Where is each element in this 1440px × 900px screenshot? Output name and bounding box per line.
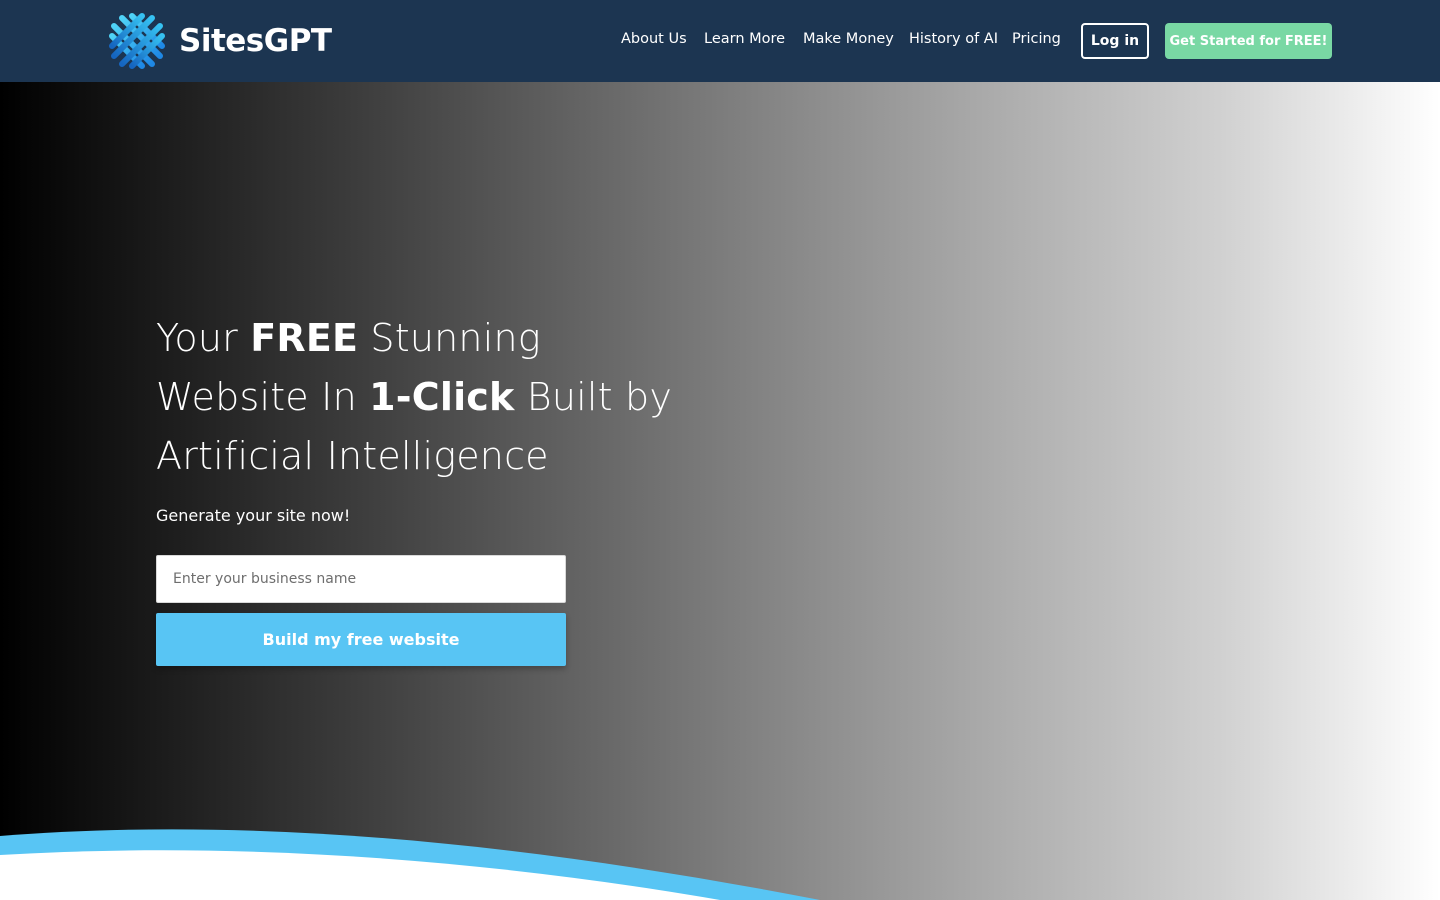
top-navbar: SitesGPT About Us Learn More Make Money … xyxy=(0,0,1440,82)
bottom-wave-divider xyxy=(0,829,820,900)
headline-line1: Your FREE Stunning xyxy=(156,316,541,360)
hero-section: Your FREE Stunning Website In 1-Click Bu… xyxy=(0,82,1440,900)
headline-line3: Artificial Intelligence xyxy=(156,434,549,478)
woven-x-logo-icon xyxy=(108,12,166,70)
nav-link-pricing[interactable]: Pricing xyxy=(1012,31,1061,47)
nav-link-make-money[interactable]: Make Money xyxy=(803,31,894,47)
business-name-input[interactable] xyxy=(156,555,566,603)
headline-line2: Website In 1-Click Built by xyxy=(156,375,673,419)
nav-link-history-of-ai[interactable]: History of AI xyxy=(909,31,998,47)
brand-name: SitesGPT xyxy=(179,23,332,59)
get-started-button[interactable]: Get Started for FREE! xyxy=(1165,23,1332,59)
build-website-button[interactable]: Build my free website xyxy=(156,613,566,666)
brand-logo[interactable]: SitesGPT xyxy=(108,12,332,70)
nav-link-about-us[interactable]: About Us xyxy=(621,31,687,47)
login-button[interactable]: Log in xyxy=(1081,23,1149,59)
nav-link-learn-more[interactable]: Learn More xyxy=(704,31,785,47)
hero-subheading: Generate your site now! xyxy=(156,506,351,525)
hero-headline: Your FREE Stunning Website In 1-Click Bu… xyxy=(156,309,716,486)
